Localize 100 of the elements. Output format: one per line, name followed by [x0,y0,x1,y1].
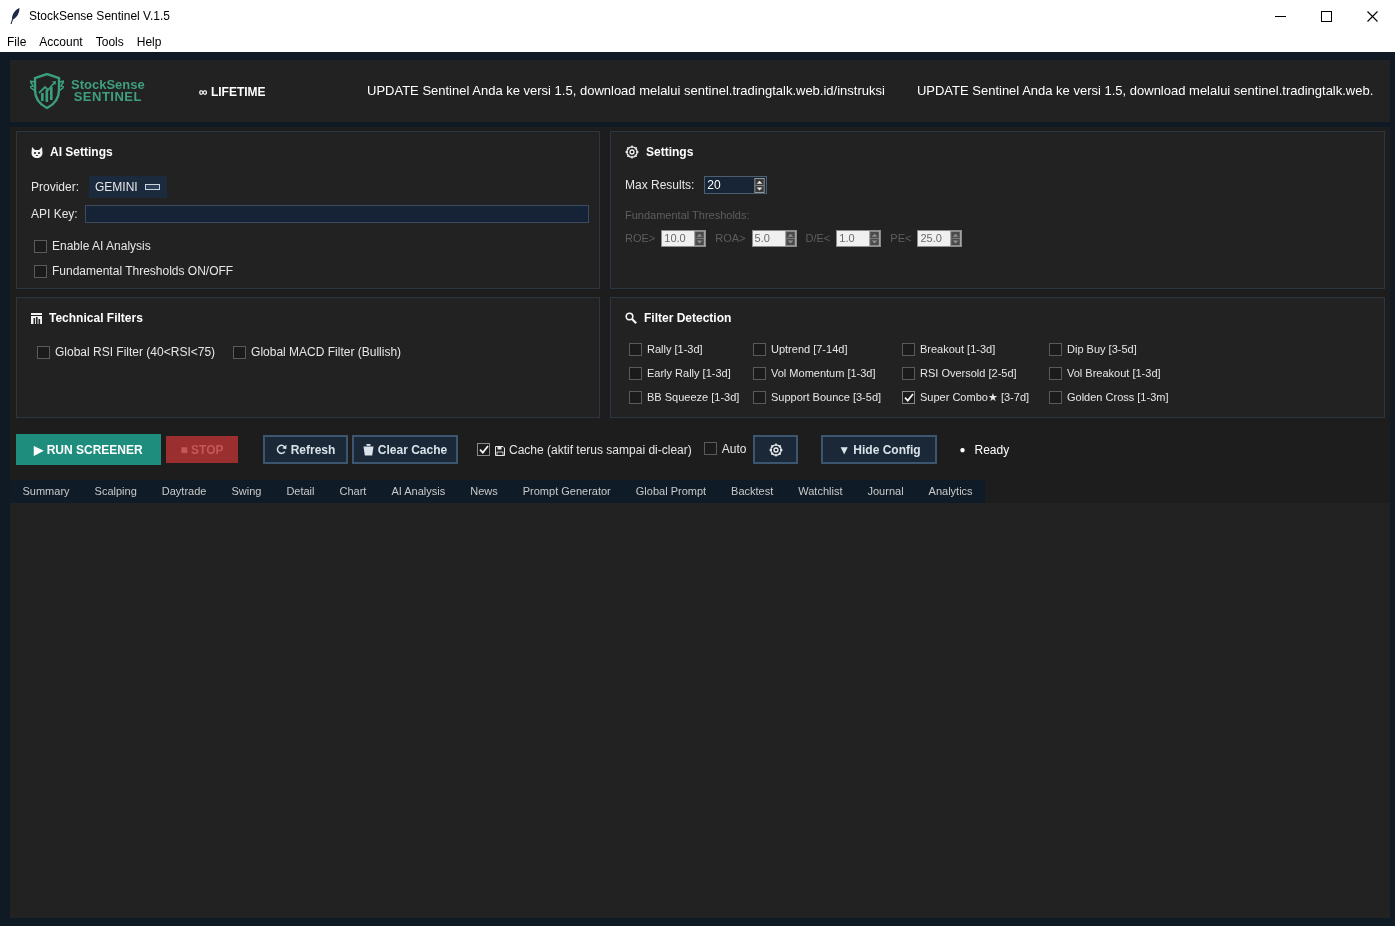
checkbox-label: Rally [1-3d] [647,342,703,356]
checkbox-label: Global RSI Filter (40<RSI<75) [55,345,216,359]
status-text: Ready [974,441,1010,459]
checkbox-label: Golden Cross [1-3m] [1067,390,1169,404]
tab[interactable]: Global Prompt [623,480,719,503]
checkbox[interactable] [902,390,915,404]
search-icon [625,312,637,324]
checkbox[interactable] [477,443,490,456]
checkbox-label: Fundamental Thresholds ON/OFF [52,264,234,278]
menu-item[interactable]: Account [39,33,83,51]
checkbox-label: Support Bounce [3-5d] [771,390,882,404]
checkmark-icon [903,392,914,402]
shield-logo-icon [30,73,64,109]
checkbox[interactable] [753,366,766,380]
tab[interactable]: Detail [273,480,327,503]
checkbox[interactable] [629,342,642,356]
cat-face-icon [31,146,43,158]
gear-icon [625,145,639,159]
field-label: ROA> [715,230,746,246]
checkbox[interactable] [753,390,766,404]
panel-title: Filter Detection [644,310,732,327]
status-dot: ● [959,443,966,457]
tab[interactable]: Backtest [718,480,786,503]
feather-icon [10,8,20,24]
checkbox[interactable] [902,366,915,380]
checkbox[interactable] [1049,342,1062,356]
run-screener-button[interactable]: ▶ RUN SCREENER [16,434,161,465]
ticker-text: UPDATE Sentinel Anda ke versi 1.5, download melalui sentinel.tradingtalk.web.id/instruksi [367,82,885,101]
panel-title: Technical Filters [49,310,143,327]
spin-arrows-icon [950,230,962,246]
tab[interactable]: Watchlist [785,480,855,503]
checkbox-label: Auto [721,441,747,456]
tab[interactable]: Scalping [82,480,150,503]
tab[interactable]: Analytics [916,480,986,503]
menu-item[interactable]: File [7,33,27,51]
checkbox[interactable] [902,342,915,356]
menu-item[interactable]: Help [136,33,162,51]
checkbox-label: Cache (aktif terus sampai di-clear) [509,441,692,459]
checkbox-label: Uptrend [7-14d] [771,342,848,356]
checkbox[interactable] [629,366,642,380]
checkbox[interactable] [629,390,642,404]
field-label: ROE> [625,230,656,246]
tab[interactable]: Journal [855,480,917,503]
checkbox-label: RSI Oversold [2-5d] [920,366,1017,380]
clear-cache-button[interactable]: Clear Cache [352,435,458,464]
checkbox-label: Super Combo★ [3-7d] [920,390,1030,404]
checkbox[interactable] [34,264,47,278]
field-label: API Key: [31,206,79,223]
checkbox-label: Dip Buy [3-5d] [1067,342,1137,356]
tab[interactable]: Chart [327,480,379,503]
checkbox[interactable] [34,239,47,253]
field-label: Provider: [31,179,81,196]
api-key-field[interactable] [85,205,589,223]
checkbox-label: Vol Breakout [1-3d] [1067,366,1161,380]
tab[interactable]: AI Analysis [378,480,458,503]
menu-item[interactable]: Tools [95,33,124,51]
maximize-icon [1320,10,1332,22]
provider-dropdown[interactable]: GEMINI [89,176,167,198]
field-label: Max Results: [625,177,695,194]
thresholds-label: Fundamental Thresholds: [625,208,750,223]
checkbox[interactable] [1049,366,1062,380]
refresh-icon [275,444,287,455]
tab[interactable]: Prompt Generator [510,480,624,503]
spin-arrows-icon [784,230,796,246]
tab[interactable]: Summary [10,480,83,503]
checkbox-label: Global MACD Filter (Bullish) [251,345,402,359]
max-results-spinbox[interactable]: 20 [704,176,768,194]
checkbox[interactable] [37,345,50,359]
spin-arrows-icon [869,230,881,246]
checkbox-label: Early Rally [1-3d] [647,366,731,380]
field-label: PE< [890,230,912,246]
checkbox[interactable] [1049,390,1062,404]
panel-title: AI Settings [50,144,113,161]
tab[interactable]: Swing [218,480,274,503]
refresh-button[interactable]: Refresh [263,435,348,464]
trash-icon [362,443,374,456]
checkbox-label: Enable AI Analysis [52,239,151,253]
checkbox[interactable] [753,342,766,356]
minimize-icon [1274,15,1286,17]
close-icon [1366,10,1378,22]
tab[interactable]: Daytrade [149,480,219,503]
field-label: D/E< [805,230,831,246]
bar-chart-icon [31,312,42,324]
ticker-text: UPDATE Sentinel Anda ke versi 1.5, download melalui sentinel.tradingtalk.web. [916,82,1374,101]
hide-config-button[interactable]: ▼ Hide Config [821,435,938,464]
logo-text: SENTINEL [73,91,142,103]
checkbox[interactable] [703,442,717,455]
spin-arrows-icon [694,230,706,246]
gear-icon [768,442,783,457]
spin-arrows-icon [754,177,766,193]
checkbox-label: Breakout [1-3d] [920,342,996,356]
dropdown-indicator-icon [145,184,160,190]
tab[interactable]: News [457,480,511,503]
license-label: ∞ LIFETIME [199,85,266,99]
window-title: StockSense Sentinel V.1.5 [29,8,170,25]
checkbox[interactable] [233,345,247,359]
checkbox-label: BB Squeeze [1-3d] [647,390,740,404]
settings-button[interactable] [753,435,799,464]
checkbox-label: Vol Momentum [1-3d] [771,366,876,380]
logo-text: StockSense [71,79,145,91]
